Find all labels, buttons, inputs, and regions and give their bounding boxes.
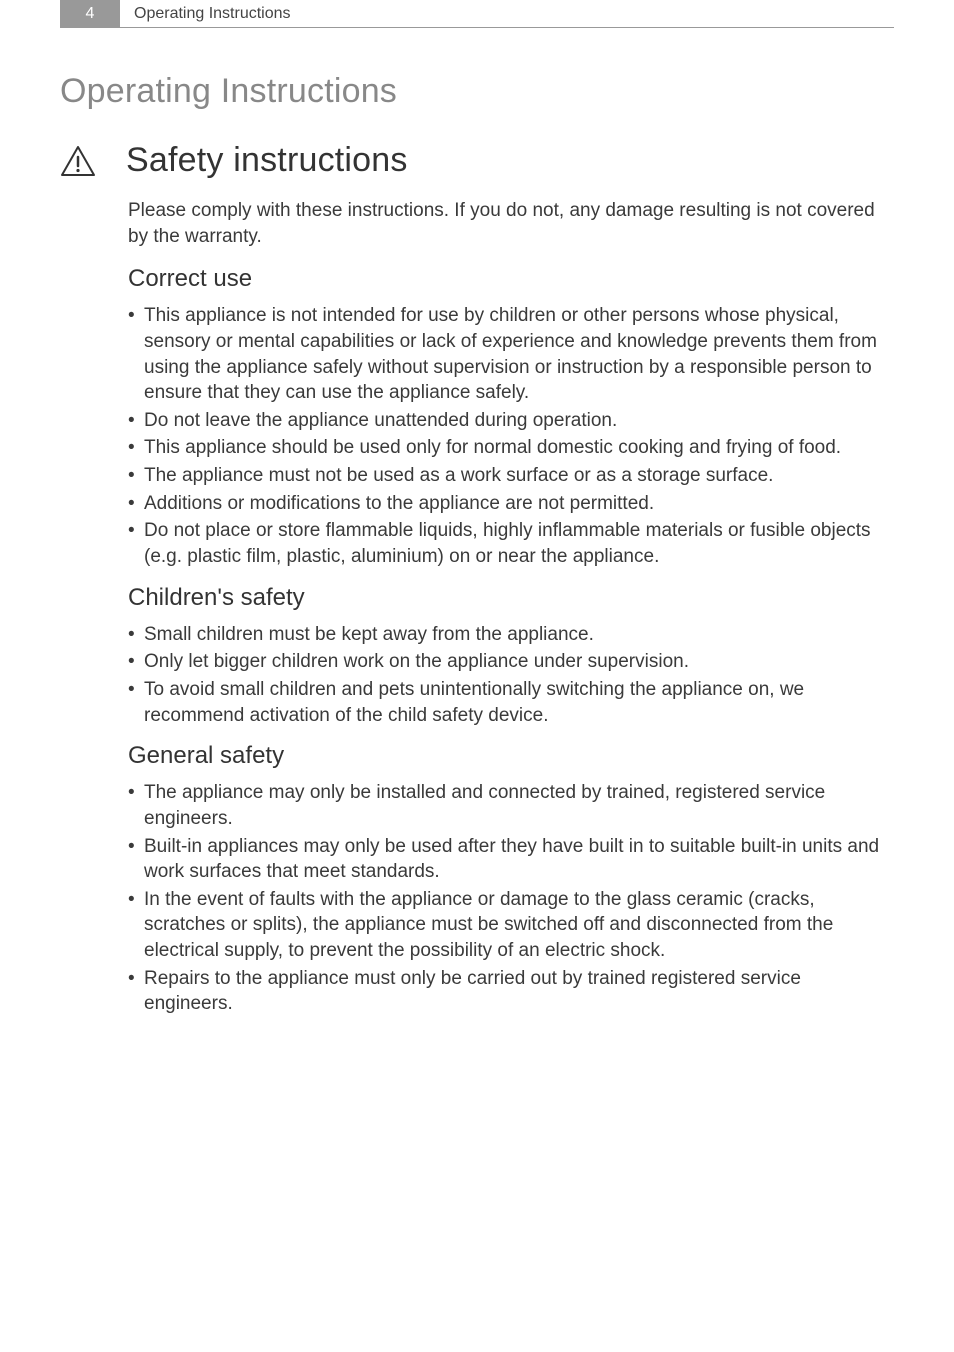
list-item: In the event of faults with the applianc… xyxy=(128,887,886,964)
list-item: Repairs to the appliance must only be ca… xyxy=(128,966,886,1017)
intro-paragraph: Please comply with these instructions. I… xyxy=(128,198,886,249)
page-title: Operating Instructions xyxy=(60,72,886,111)
running-title: Operating Instructions xyxy=(120,0,291,27)
list-item: This appliance should be used only for n… xyxy=(128,435,886,461)
subsection-heading-correct-use: Correct use xyxy=(128,265,886,293)
list-item: Only let bigger children work on the app… xyxy=(128,649,886,675)
list-item: Small children must be kept away from th… xyxy=(128,622,886,648)
list-item: The appliance must not be used as a work… xyxy=(128,463,886,489)
subsection-heading-childrens-safety: Children's safety xyxy=(128,584,886,612)
list-item: The appliance may only be installed and … xyxy=(128,780,886,831)
section-heading-row: Safety instructions xyxy=(60,141,886,180)
warning-icon xyxy=(60,145,96,177)
correct-use-list: This appliance is not intended for use b… xyxy=(128,303,886,569)
childrens-safety-list: Small children must be kept away from th… xyxy=(128,622,886,729)
list-item: Built-in appliances may only be used aft… xyxy=(128,834,886,885)
section-title: Safety instructions xyxy=(126,141,408,180)
list-item: Do not place or store flammable liquids,… xyxy=(128,518,886,569)
page-number-box: 4 xyxy=(60,0,120,27)
page-number: 4 xyxy=(86,5,95,23)
general-safety-list: The appliance may only be installed and … xyxy=(128,780,886,1017)
page-content: Operating Instructions Safety instructio… xyxy=(0,28,954,1017)
subsection-heading-general-safety: General safety xyxy=(128,742,886,770)
list-item: To avoid small children and pets uninten… xyxy=(128,677,886,728)
list-item: Do not leave the appliance unattended du… xyxy=(128,408,886,434)
page-header: 4 Operating Instructions xyxy=(60,0,894,28)
list-item: Additions or modifications to the applia… xyxy=(128,491,886,517)
list-item: This appliance is not intended for use b… xyxy=(128,303,886,406)
